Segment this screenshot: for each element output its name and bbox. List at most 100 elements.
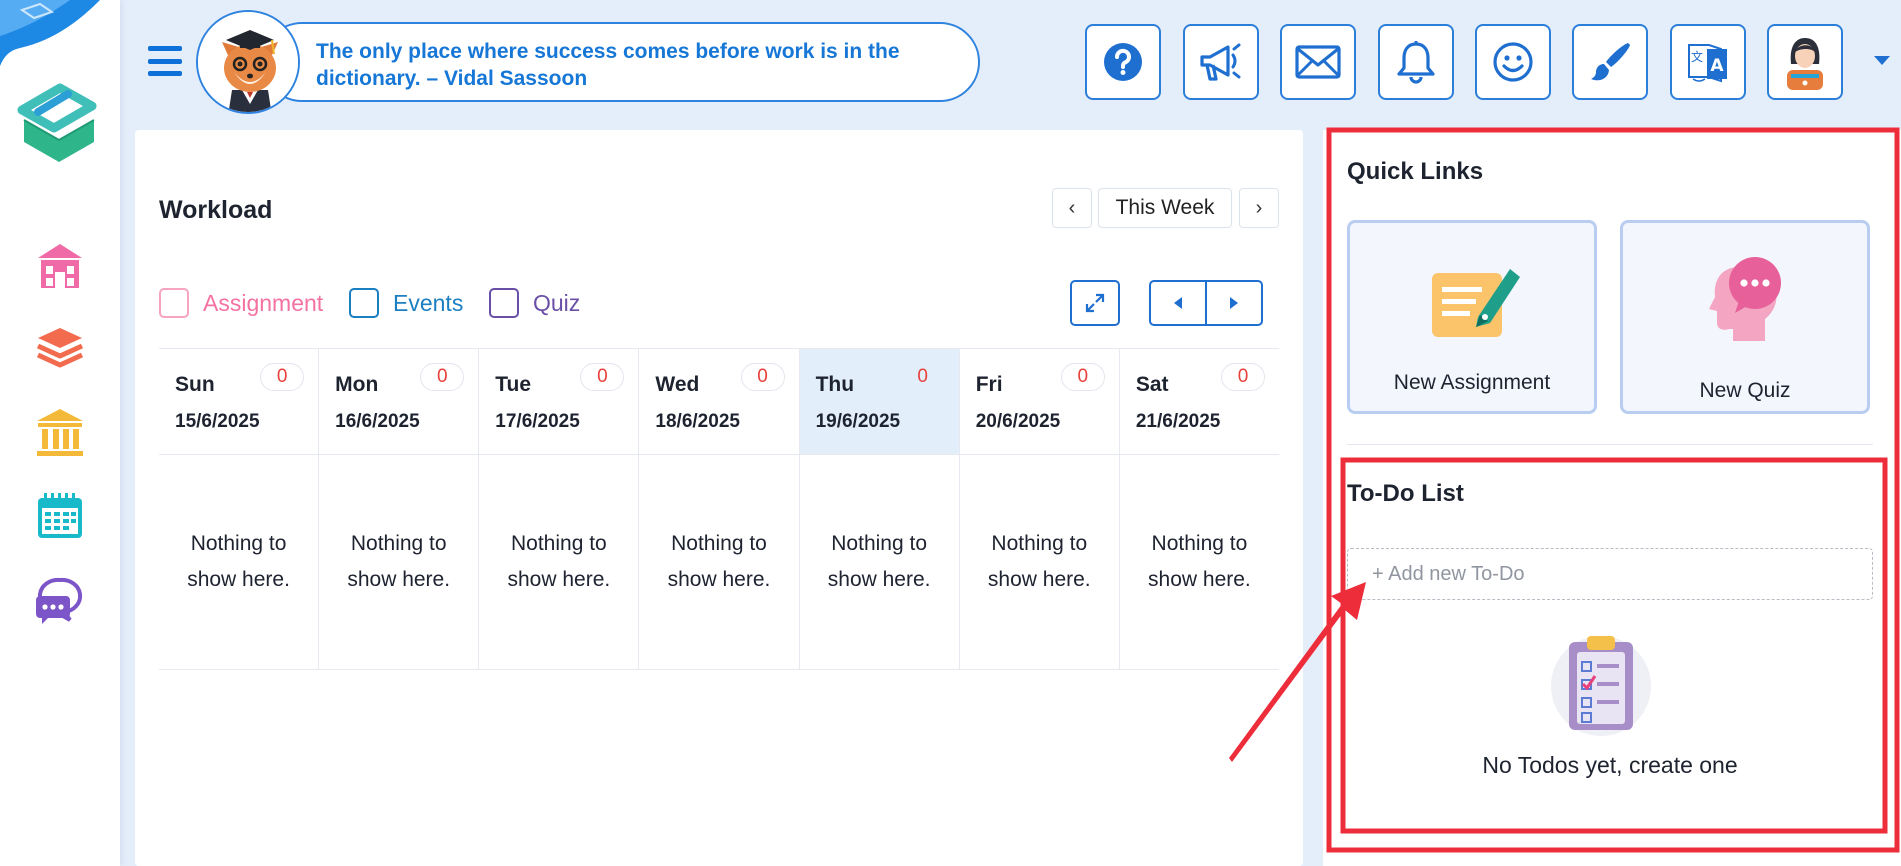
day-header: Fri 20/6/2025 0 <box>959 349 1119 455</box>
day-count-badge: 0 <box>1220 363 1265 391</box>
day-date: 19/6/2025 <box>815 411 901 432</box>
calendar-icon <box>38 493 82 538</box>
events-checkbox[interactable] <box>349 288 379 318</box>
bell-icon <box>1397 41 1435 84</box>
chevron-right-icon: › <box>1255 196 1263 219</box>
day-column-mon[interactable]: Mon 16/6/2025 0 Nothing to show here. <box>319 349 480 669</box>
sidebar-item-chat[interactable] <box>32 572 88 628</box>
workload-card: Workload ‹ This Week › Assignment Events… <box>135 130 1303 866</box>
todo-title: To-Do List <box>1347 480 1464 507</box>
section-divider <box>1347 444 1873 445</box>
quick-links-title: Quick Links <box>1347 158 1484 185</box>
corner-logo-icon <box>0 0 100 66</box>
day-header: Mon 16/6/2025 0 <box>319 349 479 455</box>
filter-assignment[interactable]: Assignment <box>159 288 323 318</box>
hamburger-line <box>148 46 182 51</box>
scroll-left-button[interactable] <box>1151 282 1207 324</box>
day-header: Sun 15/6/2025 0 <box>159 349 319 455</box>
profile-dropdown-caret-icon[interactable] <box>1874 56 1890 65</box>
day-date: 20/6/2025 <box>975 411 1061 432</box>
caret-right-icon <box>1230 297 1238 309</box>
prev-week-button[interactable]: ‹ <box>1052 188 1092 228</box>
day-header: Thu 19/6/2025 0 <box>799 349 959 455</box>
help-icon <box>1104 43 1142 81</box>
layers-icon <box>36 328 84 368</box>
scroll-right-button[interactable] <box>1207 282 1261 324</box>
feedback-button[interactable] <box>1475 24 1551 100</box>
day-date: 17/6/2025 <box>495 411 580 432</box>
day-column-thu-today[interactable]: Thu 19/6/2025 0 Nothing to show here. <box>799 349 960 669</box>
week-selector[interactable]: This Week <box>1098 188 1232 228</box>
translate-icon: A 文 <box>1688 44 1727 83</box>
new-quiz-link[interactable]: New Quiz <box>1620 220 1870 414</box>
next-week-button[interactable]: › <box>1239 188 1279 228</box>
day-empty-message: Nothing to show here. <box>507 532 611 591</box>
hamburger-line <box>148 58 182 64</box>
quote-text: The only place where success comes befor… <box>316 40 900 90</box>
day-empty-message: Nothing to show here. <box>187 532 290 591</box>
svg-text:A: A <box>1710 56 1724 76</box>
fox-mascot-icon <box>198 12 298 112</box>
megaphone-icon <box>1200 43 1241 81</box>
announcements-button[interactable] <box>1183 24 1259 100</box>
clipboard-checklist-icon <box>1551 636 1651 736</box>
day-header: Wed 18/6/2025 0 <box>639 349 799 455</box>
day-empty-message: Nothing to show here. <box>667 532 771 591</box>
smiley-icon <box>1493 42 1533 82</box>
mail-icon <box>1295 45 1341 79</box>
chevron-left-icon: ‹ <box>1068 196 1076 219</box>
day-count-badge: 0 <box>740 363 785 391</box>
day-empty-message: Nothing to show here. <box>1148 532 1251 591</box>
language-button[interactable]: A 文 <box>1670 24 1746 100</box>
filter-quiz[interactable]: Quiz <box>489 288 580 318</box>
workload-title: Workload <box>159 196 273 224</box>
events-label: Events <box>393 289 464 316</box>
day-count-badge: 0 <box>1060 363 1105 391</box>
sidebar-item-institution[interactable] <box>32 404 88 460</box>
day-count-badge: 0 <box>260 363 305 391</box>
profile-button[interactable] <box>1767 24 1843 100</box>
day-empty-message: Nothing to show here. <box>347 532 451 591</box>
todo-empty-message: No Todos yet, create one <box>1482 752 1738 778</box>
institution-icon <box>37 409 83 456</box>
school-icon <box>38 244 82 288</box>
assignment-checkbox[interactable] <box>159 288 189 318</box>
filter-events[interactable]: Events <box>349 288 463 318</box>
brand-logo-icon[interactable] <box>14 80 104 164</box>
sidebar-item-school[interactable] <box>32 238 88 294</box>
mascot-avatar <box>196 10 300 114</box>
assignment-pen-icon <box>1432 269 1520 337</box>
add-todo-input[interactable] <box>1347 548 1873 600</box>
day-count-badge: 0 <box>917 366 928 387</box>
messages-button[interactable] <box>1280 24 1356 100</box>
day-header: Tue 17/6/2025 0 <box>479 349 639 455</box>
new-assignment-link[interactable]: New Assignment <box>1347 220 1597 414</box>
quiz-head-icon <box>1709 257 1781 341</box>
user-avatar-icon <box>1787 38 1823 90</box>
hamburger-line <box>148 71 182 76</box>
day-header: Sat 21/6/2025 0 <box>1119 349 1279 455</box>
day-column-fri[interactable]: Fri 20/6/2025 0 Nothing to show here. <box>959 349 1120 669</box>
day-date: 21/6/2025 <box>1135 411 1221 432</box>
right-panel: Quick Links New Assignment New Quiz To-D… <box>1323 130 1901 866</box>
theme-button[interactable] <box>1572 24 1648 100</box>
menu-toggle-button[interactable] <box>148 46 182 76</box>
expand-icon <box>1085 293 1105 313</box>
help-button[interactable] <box>1085 24 1161 100</box>
expand-button[interactable] <box>1070 280 1120 326</box>
day-column-sat[interactable]: Sat 21/6/2025 0 Nothing to show here. <box>1119 349 1279 669</box>
notifications-button[interactable] <box>1378 24 1454 100</box>
new-quiz-label: New Quiz <box>1699 379 1791 402</box>
day-column-tue[interactable]: Tue 17/6/2025 0 Nothing to show here. <box>479 349 640 669</box>
sidebar-item-calendar[interactable] <box>32 488 88 544</box>
day-column-sun[interactable]: Sun 15/6/2025 0 Nothing to show here. <box>159 349 320 669</box>
quiz-checkbox[interactable] <box>489 288 519 318</box>
chat-icon <box>36 577 83 624</box>
day-date: 18/6/2025 <box>655 411 740 432</box>
week-calendar: Sun 15/6/2025 0 Nothing to show here. Mo… <box>159 348 1279 670</box>
day-column-wed[interactable]: Wed 18/6/2025 0 Nothing to show here. <box>639 349 800 669</box>
caret-left-icon <box>1174 297 1182 309</box>
sidebar-item-layers[interactable] <box>32 320 88 376</box>
day-count-badge: 0 <box>420 363 465 391</box>
day-date: 16/6/2025 <box>335 411 420 432</box>
